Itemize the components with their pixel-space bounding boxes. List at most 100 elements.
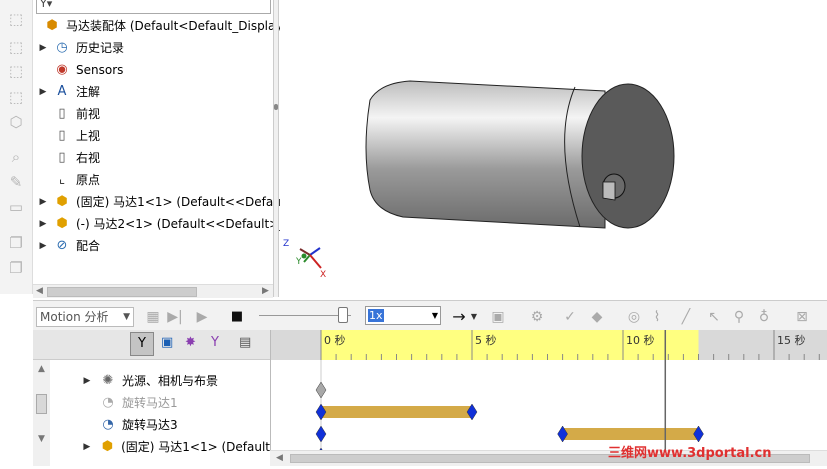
- force-icon[interactable]: ↖: [705, 308, 723, 326]
- copy-icon[interactable]: ❐: [6, 259, 26, 277]
- calculate-icon[interactable]: ▦: [144, 308, 162, 326]
- tree-item[interactable]: ⌞ 原点: [38, 169, 100, 190]
- triad-z-label: Z: [283, 239, 289, 249]
- plane-icon: ▯: [58, 150, 66, 165]
- tree-item[interactable]: ▶ ⬢ (-) 马达2<1> (Default<<Default>_: [38, 213, 286, 234]
- display-icon[interactable]: ▭: [6, 198, 26, 216]
- mates-icon: ⊘: [56, 238, 68, 253]
- scroll-thumb[interactable]: [36, 394, 47, 414]
- edit-appearance-icon[interactable]: ✎: [6, 173, 26, 191]
- scroll-down-icon[interactable]: ▼: [38, 434, 45, 444]
- study-type-value: Motion 分析: [40, 310, 109, 324]
- tree-item-label: Sensors: [76, 62, 124, 77]
- timeline-key-point[interactable]: [315, 381, 327, 399]
- animation-wizard-icon[interactable]: ⚙: [528, 308, 546, 326]
- timeline-duration-bar[interactable]: [321, 406, 472, 418]
- filter-animated-icon[interactable]: Y: [130, 332, 154, 356]
- tree-item-label: 配合: [76, 239, 101, 253]
- playback-speed-value: 1x: [368, 309, 384, 322]
- scroll-thumb[interactable]: [47, 287, 197, 297]
- copy-icon[interactable]: ❐: [6, 234, 26, 252]
- tree-item[interactable]: ▶ ⊘ 配合: [38, 235, 100, 256]
- splitter-grip[interactable]: [274, 104, 278, 110]
- tree-item[interactable]: ⬢ 马达装配体 (Default<Default_Display: [33, 15, 282, 36]
- tree-item-label: (固定) 马达1<1> (Default<<Defau: [76, 195, 281, 209]
- filter-driving-icon[interactable]: ▣: [161, 335, 179, 353]
- gravity-icon[interactable]: ♁: [755, 308, 773, 326]
- motion-tree-vertical-scrollbar[interactable]: ▲ ▼: [33, 360, 50, 466]
- timeline-tick-label: 5 秒: [475, 333, 497, 347]
- filter-results-icon[interactable]: Y: [211, 335, 229, 353]
- filter-plot-icon[interactable]: ▤: [239, 335, 257, 353]
- motion-tree-row[interactable]: ◔ 旋转马达1: [33, 392, 270, 413]
- motor-icon[interactable]: ◎: [625, 308, 643, 326]
- lights-icon: ✺: [102, 373, 114, 388]
- tree-item[interactable]: ◉ Sensors: [38, 59, 123, 80]
- assembly-icon: ⬢: [46, 18, 58, 33]
- motion-filter-bar: Y ▣ ✸ Y ▤: [33, 330, 270, 360]
- expand-caret-icon[interactable]: ▶: [38, 87, 48, 97]
- timeline-tick-label: 10 秒: [626, 333, 655, 347]
- tree-item-label: 右视: [76, 151, 101, 165]
- expand-caret-icon[interactable]: ▶: [81, 376, 93, 386]
- tree-item[interactable]: ▯ 上视: [38, 125, 100, 146]
- tree-item[interactable]: ▯ 前视: [38, 103, 100, 124]
- expand-caret-icon[interactable]: ▶: [38, 197, 48, 207]
- play-icon[interactable]: ▶: [193, 308, 211, 326]
- inspect-icon[interactable]: ⌕: [6, 148, 26, 166]
- part-icon: ⬢: [101, 439, 114, 454]
- timeline-slider-handle[interactable]: [338, 307, 348, 323]
- study-type-select[interactable]: Motion 分析 ▼: [36, 307, 134, 327]
- damper-icon[interactable]: ╱: [677, 308, 695, 326]
- tree-item[interactable]: ▶ A 注解: [38, 81, 100, 102]
- filter-selected-icon[interactable]: ✸: [185, 335, 203, 353]
- history-folder-icon: ◷: [56, 40, 68, 55]
- tree-item[interactable]: ▯ 右视: [38, 147, 100, 168]
- part-icon: ⬢: [56, 216, 68, 231]
- timeline-tick-label: 15 秒: [777, 333, 806, 347]
- motion-tree-row[interactable]: ▶ ⬢ (固定) 马达1<1> (Default: [33, 436, 270, 457]
- timeline-tick-label: 0 秒: [324, 333, 346, 347]
- scroll-left-icon[interactable]: ◀: [36, 286, 43, 296]
- results-plot-icon[interactable]: ⊠: [793, 308, 811, 326]
- motion-tree-row[interactable]: ▶ ✺ 光源、相机与布景: [33, 370, 270, 391]
- stop-icon[interactable]: ■: [228, 308, 246, 326]
- rotary-motor-icon: ◔: [102, 417, 114, 432]
- expand-caret-icon[interactable]: ▶: [81, 442, 93, 452]
- timeline-duration-bar[interactable]: [562, 428, 699, 440]
- tree-item[interactable]: ▶ ◷ 历史记录: [38, 37, 124, 58]
- tree-item-label: (-) 马达2<1> (Default<<Default>_: [76, 217, 286, 231]
- play-from-start-icon[interactable]: ▶|: [166, 308, 184, 326]
- expand-caret-icon[interactable]: ▶: [38, 43, 48, 53]
- scroll-up-icon[interactable]: ▲: [38, 364, 45, 374]
- motor-model[interactable]: [365, 80, 675, 229]
- playback-speed-select[interactable]: 1x ▼: [365, 306, 441, 325]
- view-cube-icon[interactable]: ⬚: [6, 10, 26, 28]
- add-key-icon[interactable]: ◆: [588, 308, 606, 326]
- panel-splitter[interactable]: [273, 0, 279, 297]
- view-cube-icon[interactable]: ⬚: [6, 88, 26, 106]
- spring-icon[interactable]: ⌇: [648, 308, 666, 326]
- expand-caret-icon[interactable]: ▶: [38, 219, 48, 229]
- view-cube-icon[interactable]: ⬚: [6, 62, 26, 80]
- isometric-view-icon[interactable]: ⬡: [6, 113, 26, 131]
- contact-icon[interactable]: ⚲: [730, 308, 748, 326]
- scroll-right-icon[interactable]: ▶: [262, 286, 269, 296]
- graphics-area[interactable]: Z Y X: [280, 0, 827, 297]
- timeline-key-point[interactable]: [315, 425, 327, 443]
- plane-icon: ▯: [58, 128, 66, 143]
- filter-icon: Y▾: [40, 0, 53, 10]
- playback-mode-icon[interactable]: →: [450, 308, 468, 326]
- model-view[interactable]: Z Y X: [280, 0, 827, 297]
- scroll-left-icon[interactable]: ◀: [276, 453, 283, 463]
- autokey-icon[interactable]: ✓: [561, 308, 579, 326]
- tree-item[interactable]: ▶ ⬢ (固定) 马达1<1> (Default<<Defau: [38, 191, 281, 212]
- save-animation-icon[interactable]: ▣: [489, 308, 507, 326]
- tree-filter[interactable]: Y▾: [36, 0, 271, 14]
- expand-caret-icon[interactable]: ▶: [38, 241, 48, 251]
- chevron-down-icon[interactable]: ▼: [469, 308, 479, 326]
- motion-tree-row[interactable]: ◔ 旋转马达3: [33, 414, 270, 435]
- tree-horizontal-scrollbar[interactable]: ◀ ▶: [33, 284, 273, 298]
- view-cube-icon[interactable]: ⬚: [6, 38, 26, 56]
- motion-tree-row-label: 光源、相机与布景: [122, 374, 219, 388]
